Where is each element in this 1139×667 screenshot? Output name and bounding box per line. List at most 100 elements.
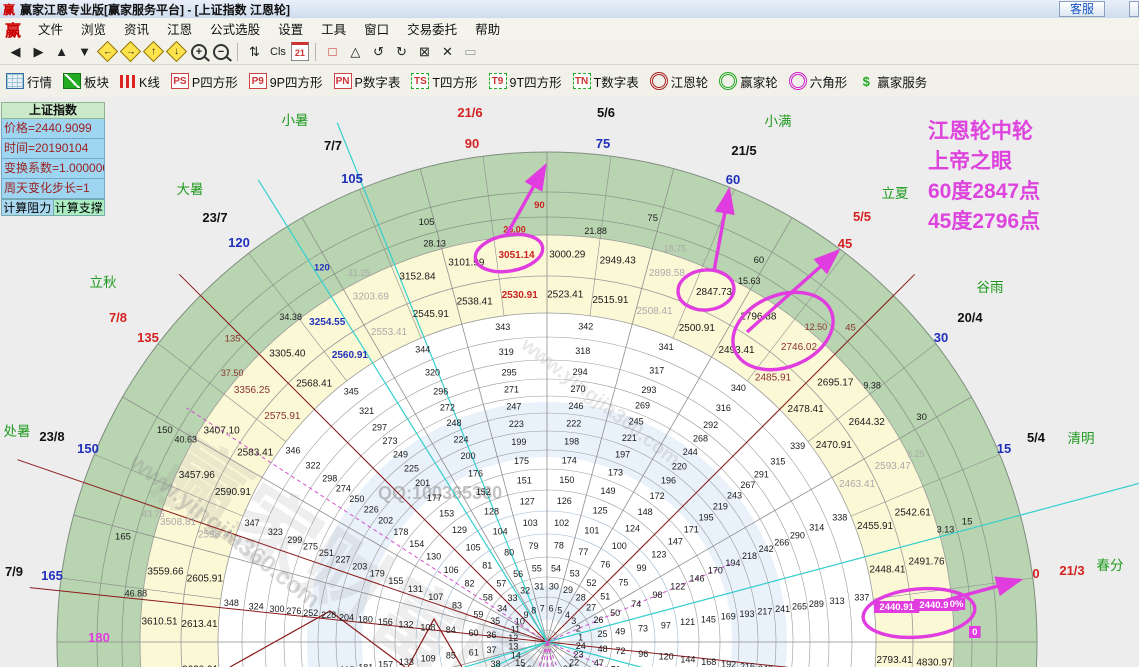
forward-icon[interactable]: ▶	[28, 42, 49, 61]
integer-spiral-label: 131	[408, 584, 423, 594]
degree-ring-label: 90	[534, 200, 545, 211]
integer-spiral-label: 243	[727, 490, 742, 500]
cross-tool-icon-glyph: ✕	[441, 43, 453, 59]
menu-item-3[interactable]: 江恩	[167, 19, 192, 38]
outer-label-处暑: 处暑	[4, 424, 31, 439]
toolbar2-item-行情[interactable]: 行情	[6, 72, 52, 91]
zoom-in-icon-glyph: +	[195, 45, 203, 58]
integer-spiral-label: 148	[638, 507, 653, 517]
integer-spiral-label: 220	[672, 461, 687, 471]
square-tool-icon[interactable]: □	[322, 42, 343, 61]
integer-spiral-label: 132	[399, 620, 414, 630]
toolbar2-item-板块[interactable]: 板块	[63, 72, 109, 91]
zoom-in-icon[interactable]: +	[191, 43, 207, 60]
triangle-tool-icon[interactable]: △	[345, 42, 366, 61]
integer-spiral-label: 274	[336, 484, 351, 494]
toolbar2-item-赢家服务[interactable]: $ 赢家服务	[858, 72, 928, 91]
toolbar2-item-T数字表[interactable]: TN T数字表	[572, 72, 639, 91]
toolbar2-label: T四方形	[432, 75, 478, 90]
menu-item-4[interactable]: 公式选股	[210, 19, 260, 38]
outer-label-立秋: 立秋	[90, 275, 117, 290]
toolbar2-item-9P四方形[interactable]: P9 9P四方形	[248, 72, 323, 91]
calendar-icon[interactable]: 21	[290, 42, 309, 61]
quote-panel: 上证指数 价格=2440.9099 时间=20190104 变换系数=1.00000…	[1, 102, 105, 216]
toolbar2-item-P数字表[interactable]: PN P数字表	[333, 72, 400, 91]
price-ring-a-label: 2746.02	[781, 342, 818, 353]
back-icon-glyph: ◀	[10, 43, 21, 59]
integer-spiral-label: 251	[319, 548, 334, 558]
cls-button[interactable]: Cls	[267, 42, 289, 61]
integer-spiral-label: 169	[721, 612, 736, 622]
outer-label-150: 150	[77, 441, 99, 456]
cross-tool-icon[interactable]: ✕	[437, 42, 458, 61]
screen-tool-icon[interactable]: ▭	[460, 42, 481, 61]
menu-item-2[interactable]: 资讯	[124, 19, 149, 38]
diamond-right-icon[interactable]: →	[119, 40, 142, 63]
down-icon[interactable]: ▼	[74, 42, 95, 61]
menu-item-9[interactable]: 帮助	[475, 19, 500, 38]
integer-spiral-label: 53	[570, 568, 580, 578]
calc-resistance-button[interactable]: 计算阻力	[1, 199, 54, 216]
degree-ring-label: 105	[419, 217, 435, 228]
integer-spiral-label: 299	[287, 535, 302, 545]
toolbar2-item-江恩轮[interactable]: 江恩轮	[649, 72, 708, 91]
integer-spiral-label: 3	[571, 616, 576, 626]
integer-spiral-label: 195	[699, 513, 714, 523]
integer-spiral-label: 27	[586, 603, 596, 613]
integer-spiral-label: 85	[446, 650, 456, 660]
xbox-tool-icon[interactable]: ⊠	[414, 42, 435, 61]
toolbar2-item-T四方形[interactable]: TS T四方形	[411, 72, 478, 91]
menu-item-7[interactable]: 窗口	[364, 19, 389, 38]
integer-spiral-label: 61	[469, 647, 479, 657]
up-icon[interactable]: ▲	[51, 42, 72, 61]
toolbar2-item-六角形[interactable]: 六角形	[788, 72, 847, 91]
menu-bar: 赢 文件 浏览 资讯 江恩 公式选股 设置 工具 窗口 交易委托 帮助	[0, 18, 1139, 40]
toolbar2-item-赢家轮[interactable]: 赢家轮	[719, 72, 778, 91]
integer-spiral-label: 36	[486, 630, 496, 640]
diamond-up-icon[interactable]: ↑	[142, 40, 165, 63]
price-ring-b-label: 2530.91	[502, 290, 539, 301]
diamond-left-icon[interactable]: ←	[96, 40, 119, 63]
menu-item-6[interactable]: 工具	[321, 19, 346, 38]
zoom-out-icon[interactable]: −	[213, 43, 229, 60]
outer-label-7/8: 7/8	[109, 310, 127, 325]
integer-spiral-label: 248	[446, 418, 461, 428]
menu-item-8[interactable]: 交易委托	[407, 19, 457, 38]
app-logo-icon: 赢	[3, 2, 16, 17]
toolbar2-item-K线[interactable]: K线	[120, 72, 160, 91]
toolbar2-label: P四方形	[191, 75, 238, 90]
integer-spiral-label: 174	[562, 455, 577, 465]
edge-partial-button[interactable]	[1129, 1, 1139, 17]
rotate-ccw-icon[interactable]: ↺	[368, 42, 389, 61]
integer-spiral-label: 342	[578, 321, 593, 331]
integer-spiral-label: 24	[576, 641, 586, 651]
rotate-cw-icon[interactable]: ↻	[391, 42, 412, 61]
menu-item-1[interactable]: 浏览	[81, 19, 106, 38]
outer-label-75: 75	[596, 136, 610, 151]
percent-ring-label: 21.88	[584, 226, 607, 236]
toolbar2-item-9T四方形[interactable]: T9 9T四方形	[488, 72, 562, 91]
diamond-down-icon[interactable]: ↓	[165, 40, 188, 63]
toolbar2-item-P四方形[interactable]: PS P四方形	[170, 72, 238, 91]
degree-ring-label: 60	[754, 255, 765, 266]
quote-panel-row-2: 变换系数=1.000000	[1, 159, 105, 179]
outer-label-165: 165	[41, 568, 63, 583]
toolbar-separator	[314, 42, 316, 61]
quotes-table-icon	[6, 73, 24, 89]
integer-spiral-label: 101	[584, 526, 599, 536]
calc-support-button[interactable]: 计算支撑	[53, 199, 105, 216]
kline-icon	[120, 74, 137, 88]
integer-spiral-label: 266	[774, 537, 789, 547]
updown-arrows-icon[interactable]: ⇅	[244, 42, 265, 61]
integer-spiral-label: 293	[641, 385, 656, 395]
price-ring-b-label: 2575.91	[264, 411, 301, 422]
integer-spiral-label: 8	[531, 606, 536, 616]
integer-spiral-label: 26	[594, 615, 604, 625]
back-icon[interactable]: ◀	[5, 42, 26, 61]
customer-service-button[interactable]: 客服	[1058, 1, 1105, 17]
percent-ring-label: 3.13	[937, 525, 955, 535]
menu-item-5[interactable]: 设置	[278, 19, 303, 38]
menu-item-0[interactable]: 文件	[38, 19, 63, 38]
tn-icon: TN	[572, 73, 591, 89]
integer-spiral-label: 192	[721, 659, 736, 667]
